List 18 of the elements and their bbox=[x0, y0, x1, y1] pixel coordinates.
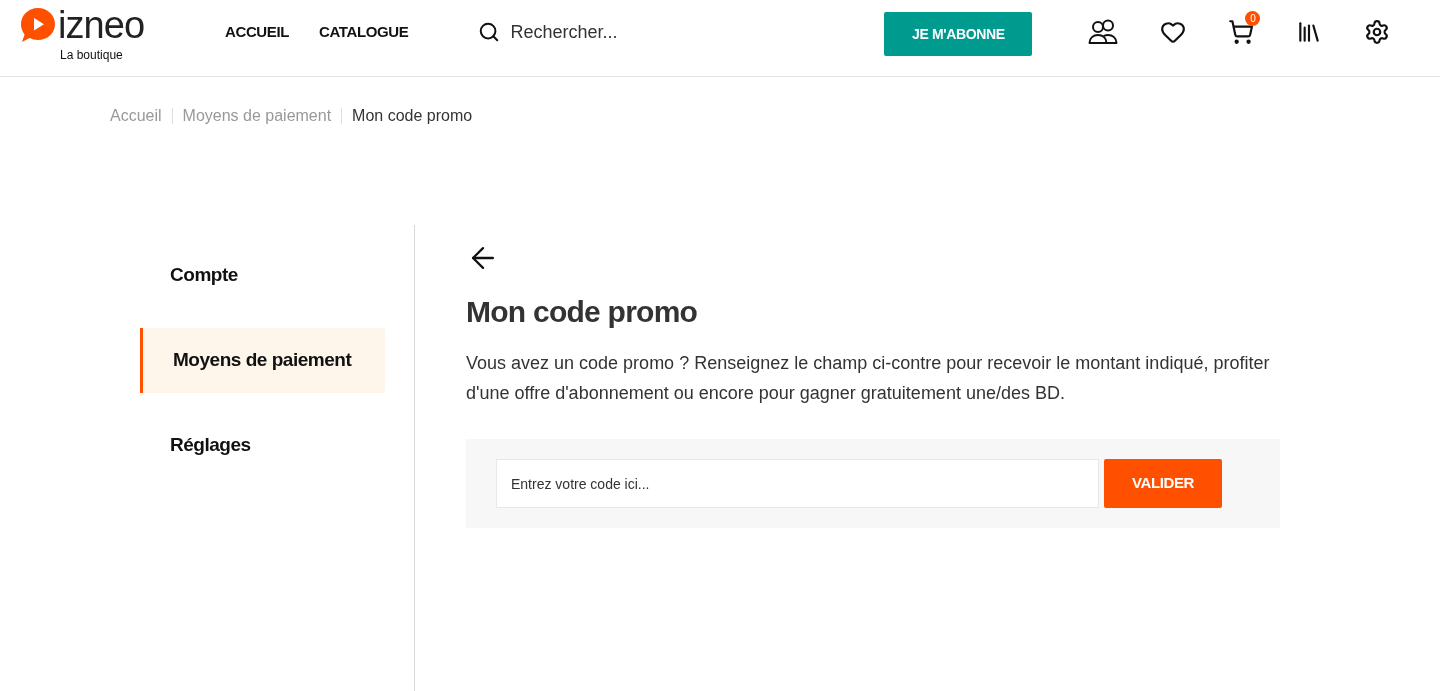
heart-icon[interactable] bbox=[1160, 19, 1187, 45]
search-icon[interactable] bbox=[478, 21, 501, 43]
users-icon[interactable] bbox=[1088, 19, 1119, 45]
nav-link[interactable]: CATALOGUE bbox=[319, 20, 409, 44]
sidebar-item[interactable]: Réglages bbox=[140, 413, 385, 478]
page-title: Mon code promo bbox=[466, 294, 698, 330]
logo-wordmark[interactable]: izneo bbox=[58, 6, 145, 44]
sidebar-item[interactable]: Compte bbox=[140, 243, 385, 308]
settings-icon[interactable] bbox=[1364, 19, 1391, 45]
nav-link[interactable]: ACCUEIL bbox=[225, 20, 290, 44]
search-field[interactable]: Rechercher... bbox=[510, 17, 841, 47]
logo-tagline: La boutique bbox=[60, 48, 123, 62]
page-description: Vous avez un code promo ? Renseignez le champ ci-contre pour recevoir le montant indiqué, profiter d'une offre d'abonnement ou encore pour gagner gratuitement une/des BD. bbox=[466, 352, 1271, 405]
logo-icon[interactable] bbox=[20, 7, 56, 43]
sidebar-item[interactable]: Moyens de paiement bbox=[140, 328, 385, 393]
cart-count: 0 bbox=[1245, 11, 1261, 26]
breadcrumb-current-page: Mon code promo bbox=[352, 106, 473, 126]
promo-code-field[interactable]: Entrez votre code ici... bbox=[496, 459, 1099, 508]
